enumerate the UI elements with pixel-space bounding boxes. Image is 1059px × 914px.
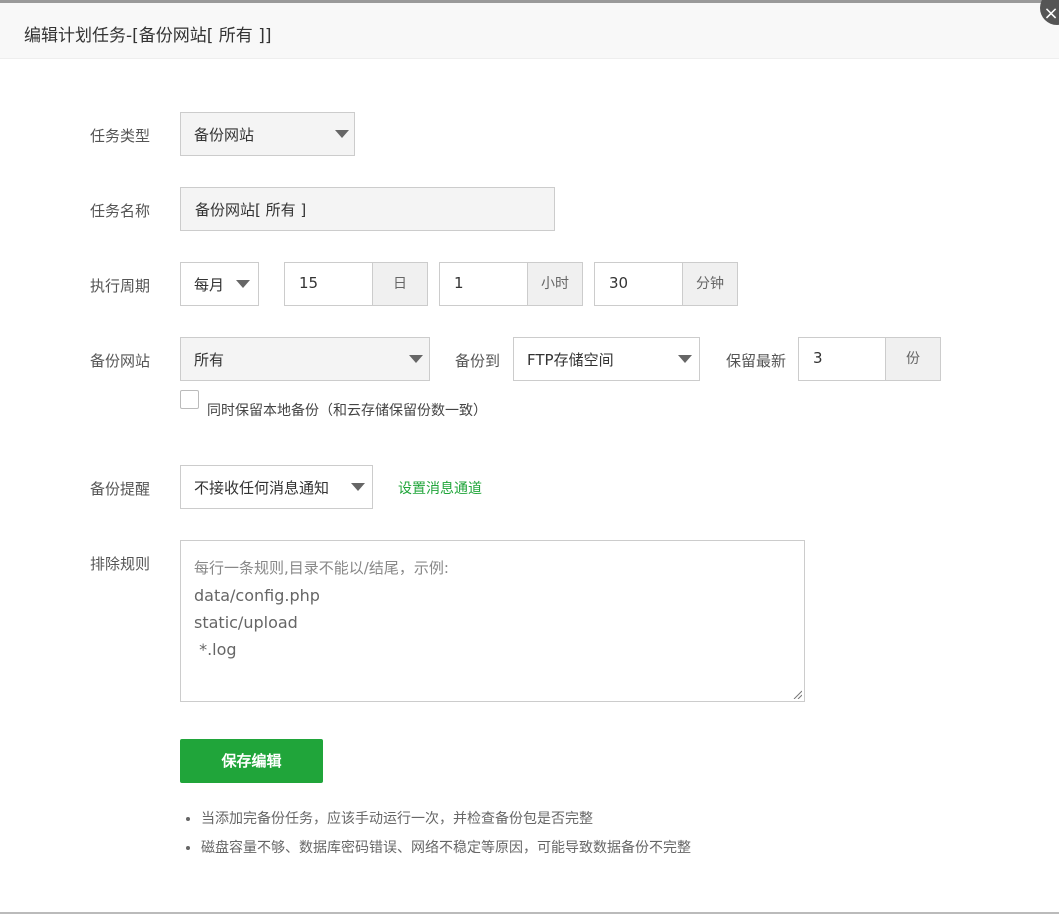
exclude-placeholder-line: static/upload — [194, 613, 298, 632]
backup-to-label: 备份到 — [455, 352, 501, 370]
cycle-minute-value: 30 — [609, 274, 629, 292]
reminder-label: 备份提醒 — [90, 480, 151, 498]
task-type-label: 任务类型 — [90, 127, 151, 145]
task-name-input[interactable]: 备份网站[ 所有 ] — [180, 187, 555, 231]
edit-task-dialog: 编辑计划任务-[备份网站[ 所有 ]] × 任务类型 备份网站 任务名称 备份网… — [0, 0, 1059, 914]
cycle-hour-input[interactable]: 1 小时 — [439, 262, 583, 306]
task-name-value: 备份网站[ 所有 ] — [195, 201, 307, 219]
backup-site-label: 备份网站 — [90, 352, 151, 370]
cycle-day-unit: 日 — [372, 262, 428, 306]
chevron-down-icon — [236, 280, 250, 288]
resize-handle-icon[interactable] — [792, 689, 802, 699]
exclude-textarea[interactable]: 每行一条规则,目录不能以/结尾，示例: data/config.php stat… — [180, 540, 805, 702]
list-item: 当添加完备份任务，应该手动运行一次，并检查备份包是否完整 — [201, 807, 691, 836]
keep-latest-unit: 份 — [885, 337, 941, 381]
cycle-hour-unit: 小时 — [527, 262, 583, 306]
list-item: 磁盘容量不够、数据库密码错误、网络不稳定等原因，可能导致数据备份不完整 — [201, 836, 691, 865]
backup-site-select[interactable]: 所有 — [180, 337, 430, 381]
backup-to-select[interactable]: FTP存储空间 — [513, 337, 700, 381]
set-message-channel-link[interactable]: 设置消息通道 — [398, 478, 482, 498]
dialog-title: 编辑计划任务-[备份网站[ 所有 ]] — [24, 26, 272, 46]
keep-local-checkbox[interactable] — [180, 390, 199, 409]
close-glyph: × — [1043, 3, 1059, 24]
chevron-down-icon — [335, 130, 349, 138]
task-name-label: 任务名称 — [90, 202, 151, 220]
cycle-period-select[interactable]: 每月 — [180, 262, 259, 306]
backup-site-value: 所有 — [194, 351, 225, 369]
cycle-minute-input[interactable]: 30 分钟 — [594, 262, 738, 306]
cycle-period-value: 每月 — [194, 276, 225, 294]
backup-to-value: FTP存储空间 — [527, 351, 614, 369]
keep-local-label: 同时保留本地备份（和云存储保留份数一致） — [207, 403, 487, 419]
reminder-select[interactable]: 不接收任何消息通知 — [180, 465, 373, 509]
cycle-day-value: 15 — [299, 274, 319, 292]
exclude-placeholder-line: data/config.php — [194, 586, 320, 605]
exclude-label: 排除规则 — [90, 555, 151, 573]
exclude-placeholder-line: *.log — [194, 640, 237, 659]
save-button[interactable]: 保存编辑 — [180, 739, 323, 783]
cycle-label: 执行周期 — [90, 277, 151, 295]
keep-latest-value: 3 — [813, 349, 823, 367]
task-type-select[interactable]: 备份网站 — [180, 112, 355, 156]
reminder-value: 不接收任何消息通知 — [194, 479, 330, 497]
keep-latest-input[interactable]: 3 份 — [798, 337, 941, 381]
exclude-placeholder-line: 每行一条规则,目录不能以/结尾，示例: — [194, 559, 449, 577]
notes-list: 当添加完备份任务，应该手动运行一次，并检查备份包是否完整 磁盘容量不够、数据库密… — [180, 807, 691, 865]
chevron-down-icon — [351, 483, 365, 491]
task-type-value: 备份网站 — [194, 126, 255, 144]
dialog-titlebar: 编辑计划任务-[备份网站[ 所有 ]] — [0, 3, 1059, 59]
chevron-down-icon — [409, 355, 423, 363]
cycle-minute-unit: 分钟 — [682, 262, 738, 306]
cycle-hour-value: 1 — [454, 274, 464, 292]
cycle-day-input[interactable]: 15 日 — [284, 262, 428, 306]
chevron-down-icon — [678, 355, 692, 363]
keep-latest-label: 保留最新 — [726, 352, 787, 370]
close-icon[interactable]: × — [1040, 0, 1059, 25]
